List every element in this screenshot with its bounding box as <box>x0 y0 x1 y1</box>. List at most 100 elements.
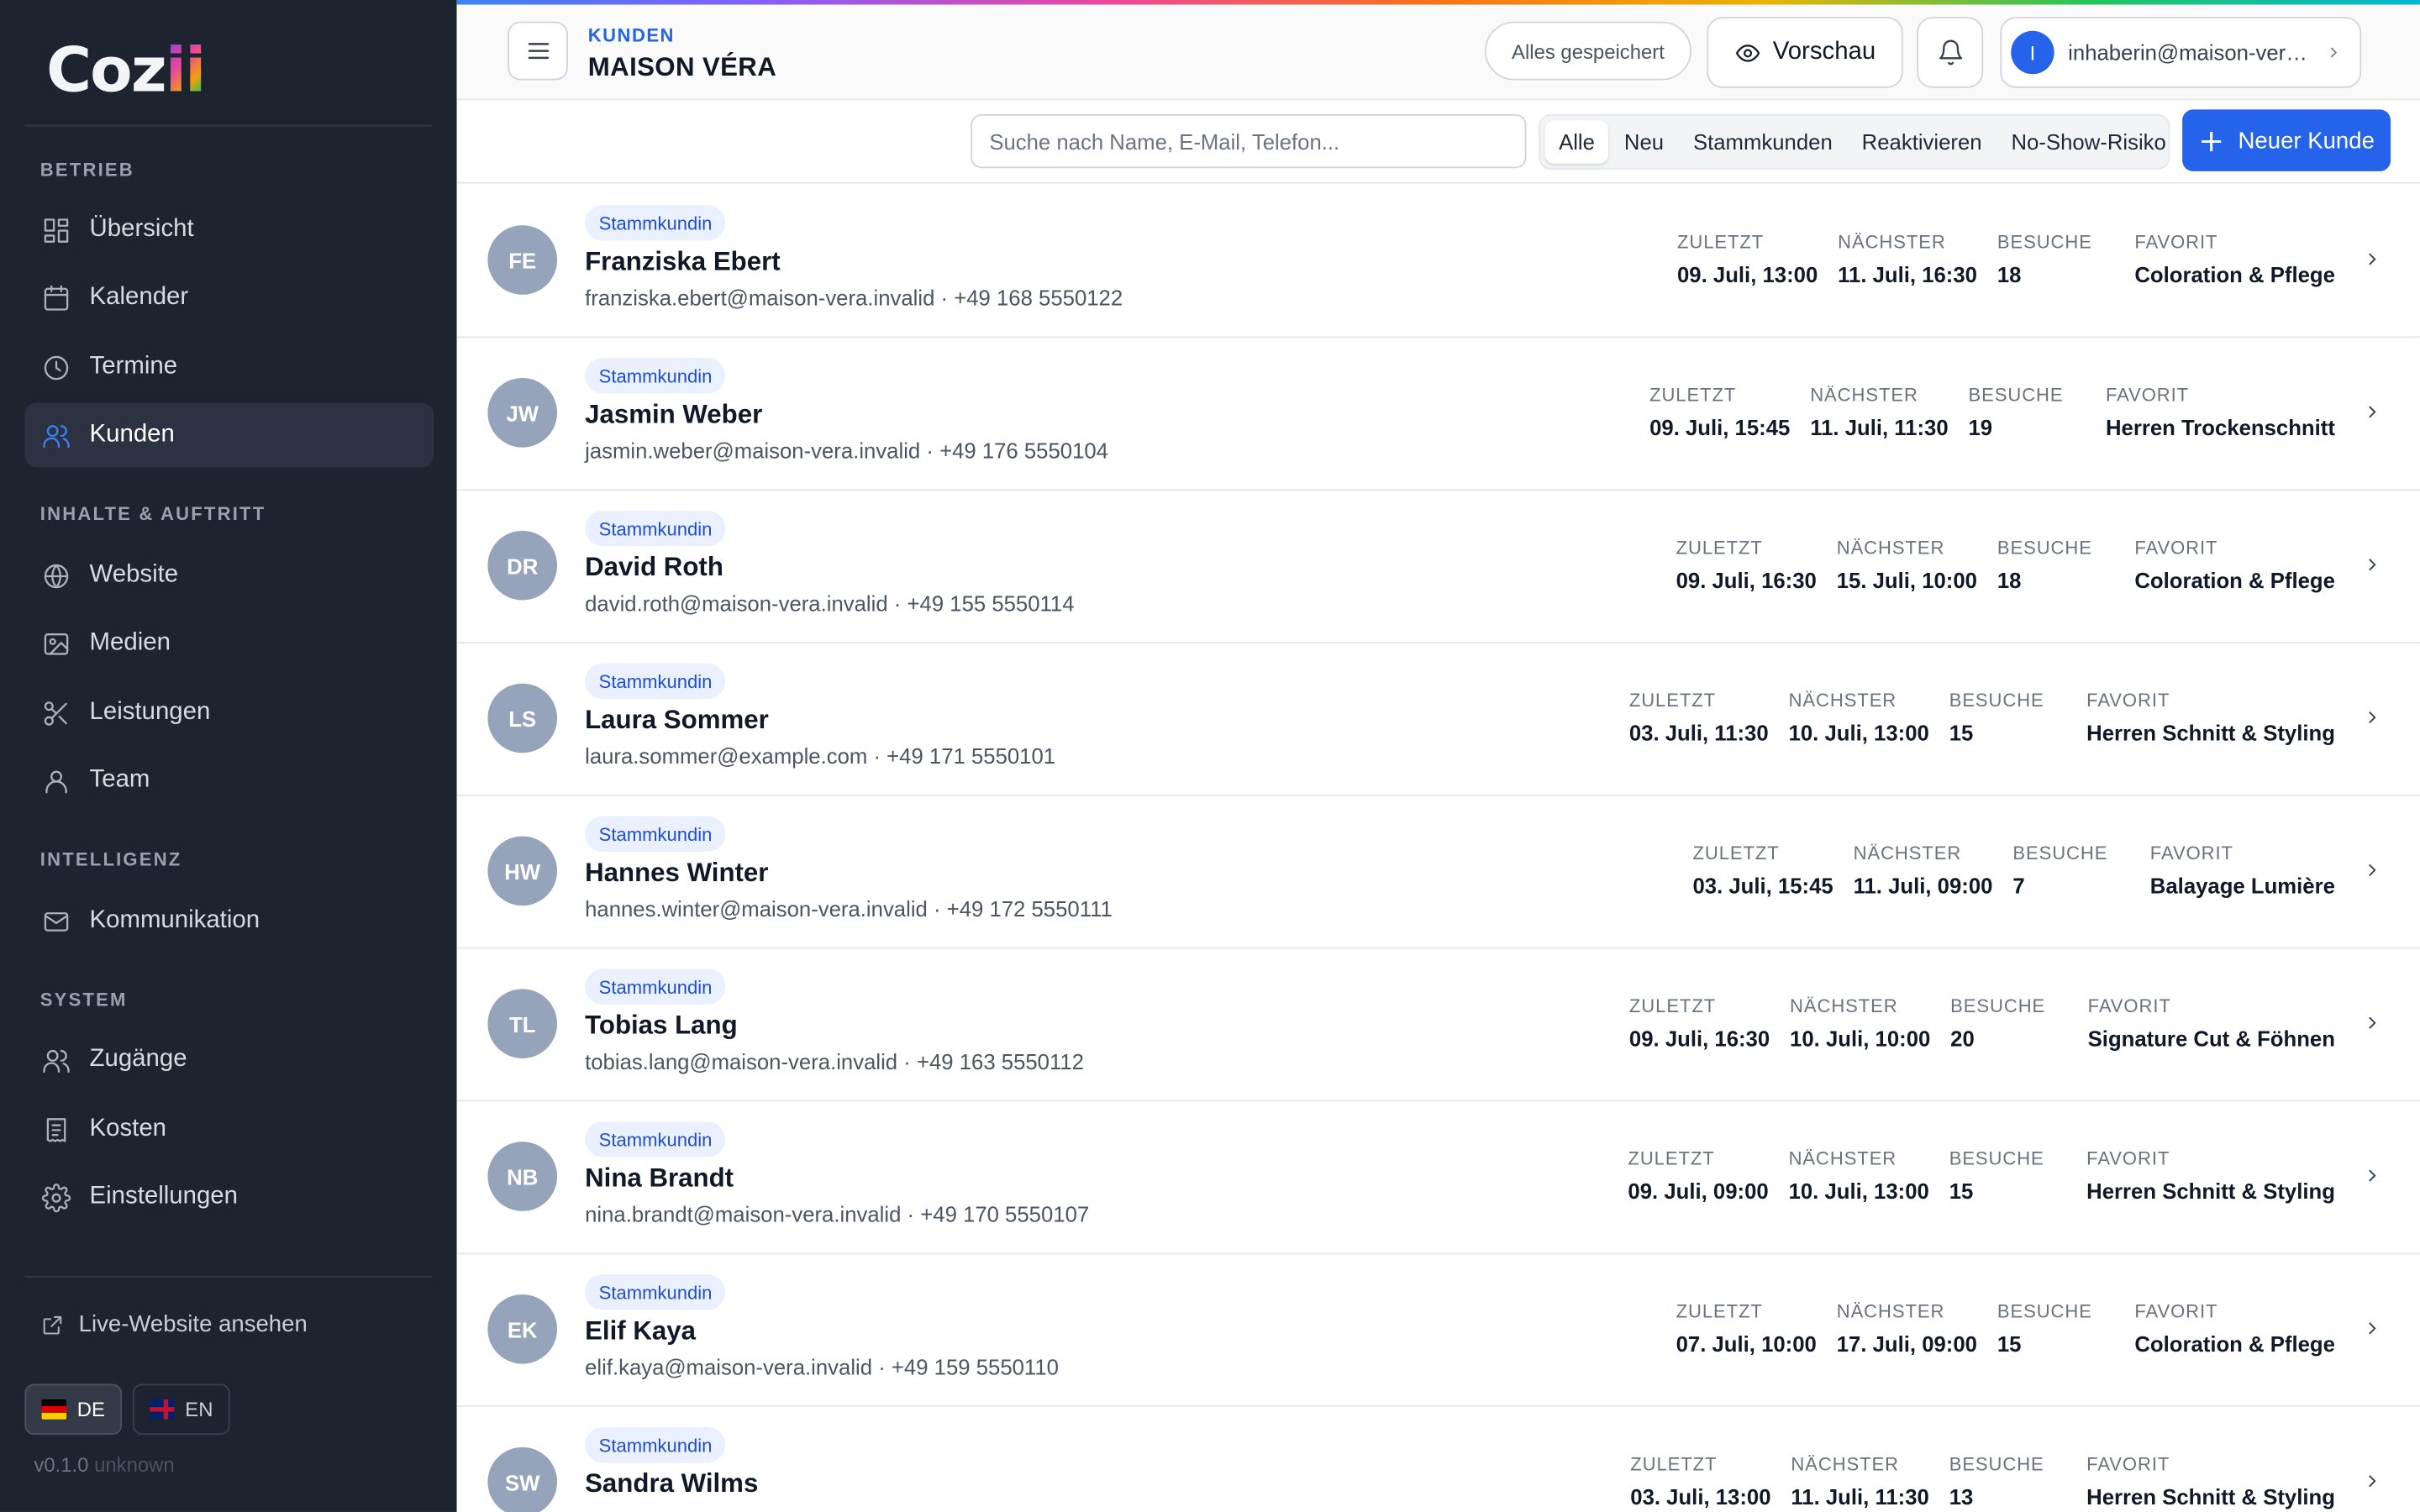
customer-contact: jasmin.weber@maison-vera.invalid · +49 1… <box>585 438 1108 464</box>
customer-name: Sandra Wilms <box>585 1468 759 1499</box>
filter-tab-stammkunden[interactable]: Stammkunden <box>1679 120 1846 163</box>
status-badge: Stammkundin <box>585 1426 726 1463</box>
stat-favorite: FAVORIT Signature Cut & Föhnen <box>2087 995 2335 1051</box>
sidebar-item-label: Zugänge <box>89 1046 187 1073</box>
avatar: FE <box>487 225 558 295</box>
filter-tab-alle[interactable]: Alle <box>1544 120 1609 164</box>
customer-name: Hannes Winter <box>585 858 769 888</box>
notifications-button[interactable] <box>1917 17 1984 88</box>
customer-stats: ZULETZT 09. Juli, 15:45 NÄCHSTER 11. Juli, … <box>1629 384 2335 439</box>
hamburger-icon <box>527 43 549 60</box>
stat-last: ZULETZT 09. Juli, 16:30 <box>1628 995 1770 1051</box>
bell-icon <box>1939 39 1962 66</box>
sidebar-item-website[interactable]: Website <box>24 543 434 608</box>
chevron-right-icon <box>2369 1475 2376 1488</box>
customer-name: Laura Sommer <box>585 705 769 735</box>
stat-visits: BESUCHE 15 <box>1949 690 2044 746</box>
sidebar-item-label: Leistungen <box>89 699 211 726</box>
status-badge: Stammkundin <box>585 663 726 700</box>
filter-tab-no-show-risiko[interactable]: No-Show-Risiko <box>1997 120 2180 163</box>
avatar: HW <box>487 836 558 906</box>
customer-toolbar: AlleNeuStammkundenReaktivierenNo-Show-Ri… <box>456 102 2420 184</box>
section-label-inhalte: INHALTE & AUFTRITT <box>39 502 266 525</box>
main-content: KUNDEN MAISON VÉRA Alles gespeichert Vor… <box>456 0 2420 1512</box>
status-badge: Stammkundin <box>585 1121 726 1158</box>
app-logo[interactable]: Cozii <box>46 35 206 106</box>
chevron-right-icon <box>2369 1322 2376 1335</box>
language-de-button[interactable]: DE <box>24 1383 123 1436</box>
customer-row[interactable]: LS Stammkundin Laura Sommer laura.sommer@ex… <box>456 643 2420 796</box>
sidebar-divider <box>24 124 433 127</box>
stat-last: ZULETZT 09. Juli, 16:30 <box>1676 537 1817 593</box>
customer-row[interactable]: FE Stammkundin Franziska Ebert franziska.eb… <box>456 185 2420 339</box>
customer-stats: ZULETZT 09. Juli, 13:00 NÄCHSTER 11. Juli, … <box>1657 232 2335 287</box>
customer-stats: ZULETZT 03. Juli, 13:00 NÄCHSTER 11. Juli, … <box>1610 1453 2335 1509</box>
avatar: DR <box>487 530 558 601</box>
sidebar-item-kunden[interactable]: Kunden <box>24 402 434 468</box>
avatar: EK <box>487 1294 558 1364</box>
sidebar-item-kommunikation[interactable]: Kommunikation <box>24 889 434 953</box>
sidebar-item-termine[interactable]: Termine <box>24 335 434 400</box>
menu-toggle-button[interactable] <box>508 21 568 81</box>
status-badge: Stammkundin <box>585 358 726 394</box>
filter-tab-reaktivieren[interactable]: Reaktivieren <box>1848 120 1996 163</box>
dashboard-icon <box>40 214 71 245</box>
sidebar-item-kalender[interactable]: Kalender <box>24 265 434 330</box>
account-menu-button[interactable]: I inhaberin@maison-vera.invalid <box>2000 17 2362 88</box>
customer-row[interactable]: EK Stammkundin Elif Kaya elif.kaya@maison-v… <box>456 1254 2420 1408</box>
filter-tab-neu[interactable]: Neu <box>1610 120 1677 163</box>
customer-contact: elif.kaya@maison-vera.invalid · +49 159 … <box>585 1354 1059 1380</box>
sidebar-item-label: Kosten <box>89 1115 167 1142</box>
users-icon <box>40 1044 71 1075</box>
sidebar-divider <box>24 1275 433 1278</box>
sidebar-item-übersicht[interactable]: Übersicht <box>24 197 434 262</box>
account-email: inhaberin@maison-vera.invalid <box>2068 39 2318 66</box>
stat-favorite: FAVORIT Coloration & Pflege <box>2134 231 2335 287</box>
stat-last: ZULETZT 03. Juli, 13:00 <box>1630 1453 1771 1509</box>
plus-icon: + <box>2198 122 2225 160</box>
customer-stats: ZULETZT 09. Juli, 16:30 NÄCHSTER 10. Juli, … <box>1609 995 2335 1051</box>
receipt-icon <box>40 1114 71 1145</box>
globe-icon <box>40 560 71 591</box>
stat-visits: BESUCHE 7 <box>2012 842 2108 898</box>
mail-icon <box>40 906 71 937</box>
avatar: JW <box>487 377 558 448</box>
stat-visits: BESUCHE 19 <box>1968 384 2064 440</box>
stat-favorite: FAVORIT Herren Trockenschnitt <box>2105 384 2335 440</box>
stat-last: ZULETZT 03. Juli, 11:30 <box>1628 690 1769 746</box>
customer-row[interactable]: SW Stammkundin Sandra Wilms ZULETZT 03. Juli… <box>457 1407 2420 1512</box>
stat-visits: BESUCHE 13 <box>1949 1453 2044 1509</box>
sidebar-item-team[interactable]: Team <box>24 748 434 813</box>
language-en-button[interactable]: EN <box>132 1383 230 1436</box>
sidebar-item-leistungen[interactable]: Leistungen <box>24 680 434 745</box>
live-website-label: Live-Website ansehen <box>78 1311 308 1338</box>
filter-tabs: Alle Neu Stammkunden Reaktivieren No-Show-Ri… <box>1539 113 2170 171</box>
new-customer-button[interactable]: + Neuer Kunde <box>2182 109 2391 171</box>
sidebar-item-einstellungen[interactable]: Einstellungen <box>24 1165 434 1230</box>
live-website-link[interactable]: Live-Website ansehen <box>40 1311 308 1337</box>
preview-button[interactable]: Vorschau <box>1707 17 1903 88</box>
sidebar-item-label: Team <box>89 766 150 794</box>
sidebar-item-medien[interactable]: Medien <box>24 611 434 675</box>
stat-next: NÄCHSTER 15. Juli, 10:00 <box>1836 537 1977 593</box>
gear-icon <box>40 1182 71 1213</box>
status-badge: Stammkundin <box>585 969 726 1005</box>
page-title: MAISON VÉRA <box>587 52 777 82</box>
customer-row[interactable]: NB Stammkundin Nina Brandt nina.brandt@mais… <box>456 1101 2420 1255</box>
stat-favorite: FAVORIT Balayage Lumière <box>2149 842 2335 898</box>
search-input[interactable] <box>971 113 1527 169</box>
sidebar-item-label: Termine <box>89 353 178 380</box>
customer-contact: laura.sommer@example.com · +49 171 55501… <box>585 743 1056 769</box>
sidebar-item-zugänge[interactable]: Zugänge <box>24 1027 434 1092</box>
status-badge: Stammkundin <box>585 510 726 547</box>
customer-row[interactable]: HW Stammkundin Hannes Winter hannes.winter@… <box>456 796 2420 949</box>
customer-row[interactable]: JW Stammkundin Jasmin Weber jasmin.weber@ma… <box>456 338 2420 491</box>
status-badge: Stammkundin <box>585 816 726 852</box>
save-status: Alles gespeichert <box>1484 21 1692 81</box>
stat-next: NÄCHSTER 10. Juli, 10:00 <box>1790 995 1931 1051</box>
customer-row[interactable]: DR Stammkundin David Roth david.roth@maison… <box>456 491 2420 643</box>
stat-last: ZULETZT 09. Juli, 13:00 <box>1677 231 1818 287</box>
customer-row[interactable]: TL Stammkundin Tobias Lang tobias.lang@mais… <box>456 949 2420 1102</box>
stat-visits: BESUCHE 20 <box>1950 995 2046 1051</box>
sidebar-item-kosten[interactable]: Kosten <box>24 1097 434 1162</box>
